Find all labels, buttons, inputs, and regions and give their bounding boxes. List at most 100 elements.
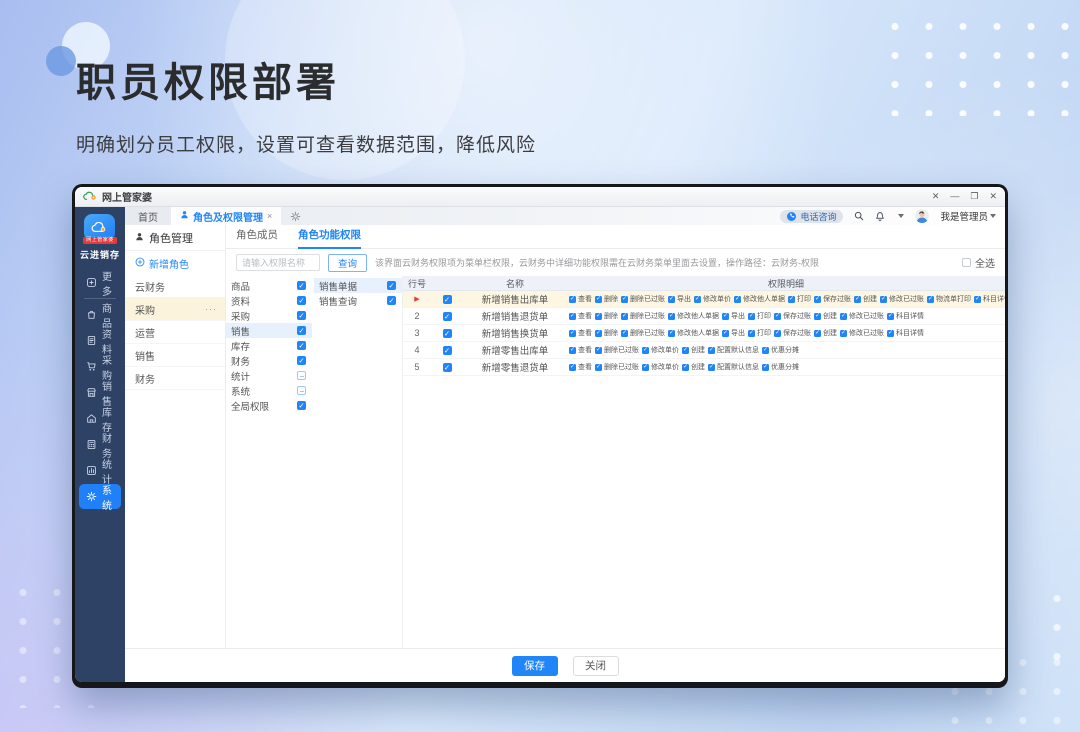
perm-tag-checkbox[interactable] <box>708 362 715 372</box>
module-row-3[interactable]: 销售 <box>226 323 312 338</box>
perm-tag-checkbox[interactable] <box>621 294 628 304</box>
perm-tag-checkbox[interactable] <box>708 345 715 355</box>
sidebar-item-goods[interactable]: 商品 <box>79 302 121 330</box>
module-row-2[interactable]: 采购 <box>226 308 312 323</box>
submodule-row-1[interactable]: 销售查询 <box>314 293 402 308</box>
perm-tag-checkbox[interactable] <box>840 311 847 321</box>
module-checkbox[interactable] <box>297 355 306 366</box>
select-all-checkbox[interactable] <box>962 258 971 267</box>
permission-search-input[interactable] <box>236 254 320 271</box>
window-control-aux[interactable]: ✕ <box>932 192 940 201</box>
perm-tag-checkbox[interactable] <box>927 294 934 304</box>
window-control-maximize[interactable]: ❐ <box>970 192 978 201</box>
module-row-8[interactable]: 全局权限 <box>226 398 312 413</box>
perm-tag-checkbox[interactable] <box>595 328 602 338</box>
sidebar-item-data[interactable]: 资料 <box>79 328 121 356</box>
sidebar-item-purchase[interactable]: 采购 <box>79 354 121 382</box>
module-checkbox[interactable] <box>297 386 306 395</box>
perm-tag-checkbox[interactable] <box>762 362 769 372</box>
perm-tag-checkbox[interactable] <box>722 311 729 321</box>
perm-tag-checkbox[interactable] <box>788 294 795 304</box>
row-checkbox[interactable] <box>442 362 452 373</box>
perm-tag-checkbox[interactable] <box>974 294 981 304</box>
module-checkbox[interactable] <box>297 340 306 351</box>
perm-tag-checkbox[interactable] <box>840 328 847 338</box>
role-item-4[interactable]: 财务 <box>125 367 225 390</box>
perm-tag-checkbox[interactable] <box>642 345 649 355</box>
module-row-7[interactable]: 系统 <box>226 383 312 398</box>
add-role-button[interactable]: 新增角色 <box>125 251 225 275</box>
perm-tag-checkbox[interactable] <box>887 328 894 338</box>
module-checkbox[interactable] <box>297 310 306 321</box>
save-button[interactable]: 保存 <box>511 655 558 676</box>
query-button[interactable]: 查询 <box>328 253 368 272</box>
module-row-1[interactable]: 资料 <box>226 293 312 308</box>
submodule-row-0[interactable]: 销售单据 <box>314 278 402 293</box>
role-item-3[interactable]: 销售 <box>125 344 225 367</box>
module-row-4[interactable]: 库存 <box>226 338 312 353</box>
tab-close-icon[interactable]: × <box>267 211 272 221</box>
perm-tag-checkbox[interactable] <box>682 345 689 355</box>
perm-tag-checkbox[interactable] <box>569 328 576 338</box>
module-checkbox[interactable] <box>297 280 306 291</box>
module-checkbox[interactable] <box>297 371 306 380</box>
phone-consult-button[interactable]: 电话咨询 <box>780 209 844 223</box>
perm-tag-checkbox[interactable] <box>569 294 576 304</box>
perm-tag-checkbox[interactable] <box>595 311 602 321</box>
tab-role-members[interactable]: 角色成员 <box>236 227 278 248</box>
perm-tag-checkbox[interactable] <box>595 362 602 372</box>
close-button[interactable]: 关闭 <box>572 655 619 676</box>
row-checkbox[interactable] <box>442 311 452 322</box>
perm-tag-checkbox[interactable] <box>668 294 675 304</box>
sidebar-item-stats[interactable]: 统计 <box>79 458 121 486</box>
role-item-1[interactable]: 采购 ··· <box>125 298 225 321</box>
perm-tag-checkbox[interactable] <box>668 328 675 338</box>
sidebar-item-stock[interactable]: 库存 <box>79 406 121 434</box>
module-row-5[interactable]: 财务 <box>226 353 312 368</box>
perm-tag-checkbox[interactable] <box>734 294 741 304</box>
perm-tag-checkbox[interactable] <box>722 328 729 338</box>
tab-home[interactable]: 首页 <box>125 207 171 225</box>
perm-tag-checkbox[interactable] <box>642 362 649 372</box>
perm-tag-checkbox[interactable] <box>668 311 675 321</box>
perm-tag-checkbox[interactable] <box>569 311 576 321</box>
module-checkbox[interactable] <box>297 400 306 411</box>
perm-tag-checkbox[interactable] <box>814 311 821 321</box>
perm-tag-checkbox[interactable] <box>774 311 781 321</box>
user-avatar[interactable] <box>915 209 930 223</box>
perm-tag-checkbox[interactable] <box>569 362 576 372</box>
module-row-6[interactable]: 统计 <box>226 368 312 383</box>
perm-tag-checkbox[interactable] <box>814 294 821 304</box>
notification-bell-icon[interactable] <box>875 211 885 221</box>
perm-tag-checkbox[interactable] <box>762 345 769 355</box>
row-checkbox[interactable] <box>442 328 452 339</box>
perm-tag-checkbox[interactable] <box>682 362 689 372</box>
perm-tag-checkbox[interactable] <box>595 345 602 355</box>
perm-tag-checkbox[interactable] <box>887 311 894 321</box>
role-item-0[interactable]: 云财务 <box>125 275 225 298</box>
sidebar-item-finance[interactable]: 财务 <box>79 432 121 460</box>
perm-tag-checkbox[interactable] <box>774 328 781 338</box>
perm-tag-checkbox[interactable] <box>595 294 602 304</box>
submodule-checkbox[interactable] <box>387 280 396 291</box>
sidebar-item-system[interactable]: 系统 <box>79 484 121 512</box>
module-row-0[interactable]: 商品 <box>226 278 312 293</box>
user-menu[interactable]: 我是管理员 <box>940 209 996 223</box>
perm-tag-checkbox[interactable] <box>748 311 755 321</box>
perm-tag-checkbox[interactable] <box>880 294 887 304</box>
module-checkbox[interactable] <box>297 295 306 306</box>
perm-tag-checkbox[interactable] <box>621 328 628 338</box>
sidebar-item-more[interactable]: 更多 <box>79 270 121 298</box>
row-checkbox[interactable] <box>442 345 452 356</box>
tab-settings-gear-icon[interactable] <box>290 211 301 222</box>
role-more-icon[interactable]: ··· <box>205 304 217 314</box>
perm-tag-checkbox[interactable] <box>569 345 576 355</box>
window-control-close[interactable]: ✕ <box>989 192 997 201</box>
submodule-checkbox[interactable] <box>387 295 396 306</box>
tab-role-function-perms[interactable]: 角色功能权限 <box>298 227 361 249</box>
window-control-minimize[interactable]: — <box>950 192 959 201</box>
select-all-control[interactable]: 全选 <box>962 255 995 270</box>
module-checkbox[interactable] <box>297 325 306 336</box>
perm-tag-checkbox[interactable] <box>621 311 628 321</box>
row-checkbox[interactable] <box>442 294 452 305</box>
